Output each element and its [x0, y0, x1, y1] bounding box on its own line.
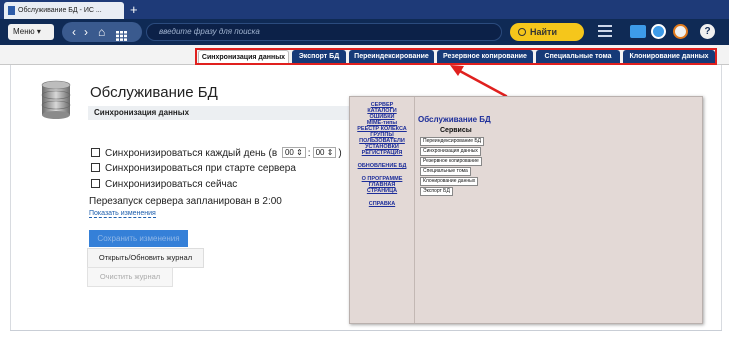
restart-schedule-text: Перезапуск сервера запланирован в 2:00 [89, 196, 282, 207]
document-icon [8, 6, 15, 15]
sync-minute-value: 00 [315, 148, 325, 157]
sync-now-checkbox[interactable] [91, 179, 100, 188]
legacy-ui-screenshot: СЕРВЕР КАТАЛОГИ ОШИБКИ MIME-типы РЕЕСТР … [349, 96, 703, 324]
legacy-sync-button[interactable]: Синхронизация данных [420, 147, 481, 156]
sync-daily-row: Синхронизироваться каждый день (в 00 ⇕:0… [91, 147, 342, 159]
legacy-services-heading: Сервисы [440, 127, 472, 134]
content-right-border [721, 65, 722, 330]
sync-daily-label: Синхронизироваться каждый день (в [105, 148, 278, 159]
hamburger-icon[interactable] [598, 25, 612, 37]
back-icon[interactable]: ‹ [72, 22, 76, 42]
sync-on-start-row: Синхронизироваться при старте сервера [91, 163, 296, 174]
sync-hour-value: 00 [284, 148, 294, 157]
page-title: Обслуживание БД [90, 84, 218, 101]
legacy-nav-help[interactable]: СПРАВКА [350, 201, 414, 207]
save-changes-button[interactable]: Сохранить изменения [89, 230, 188, 247]
legacy-nav-db-update[interactable]: ОБНОВЛЕНИЕ БД [350, 163, 414, 169]
power-icon[interactable] [673, 24, 688, 39]
time-separator: : [307, 148, 311, 159]
legacy-reindex-button[interactable]: Переиндексирование БД [420, 137, 485, 146]
database-icon [38, 79, 74, 119]
search-icon [518, 28, 526, 36]
browser-tab-bar: Обслуживание БД - ИС ... + [0, 0, 729, 19]
clear-log-button[interactable]: Очистить журнал [87, 267, 173, 287]
sync-daily-checkbox[interactable] [91, 148, 100, 157]
legacy-nav-page[interactable]: СТРАНИЦА [350, 188, 414, 194]
sync-daily-suffix: ) [338, 148, 342, 159]
menu-button[interactable]: Меню ▾ [8, 24, 54, 40]
legacy-divider [414, 97, 415, 323]
app-toolbar: Меню ▾ ‹ › ⌂ введите фразу для поиска На… [0, 19, 729, 45]
folder-icon[interactable] [630, 25, 646, 38]
sync-on-start-label: Синхронизироваться при старте сервера [105, 163, 296, 174]
clock-icon[interactable] [651, 24, 666, 39]
grid-icon[interactable] [116, 27, 127, 47]
legacy-clone-button[interactable]: Клонирование данных [420, 177, 479, 186]
legacy-nav-registration[interactable]: РЕГИСТРАЦИЯ [350, 150, 414, 156]
legacy-export-button[interactable]: Экспорт БД [420, 187, 453, 196]
content-bottom-border [10, 330, 722, 331]
sync-on-start-checkbox[interactable] [91, 163, 100, 172]
home-icon[interactable]: ⌂ [98, 22, 105, 42]
red-arrow-icon [450, 65, 508, 98]
legacy-special-volumes-button[interactable]: Специальные тома [420, 167, 471, 176]
legacy-backup-button[interactable]: Резервное копирование [420, 157, 482, 166]
legacy-title: Обслуживание БД [418, 115, 491, 124]
sync-now-row: Синхронизироваться сейчас [91, 179, 237, 190]
screenshot-frame: Обслуживание БД - ИС ... + Меню ▾ ‹ › ⌂ … [0, 0, 729, 349]
content-left-border [10, 65, 11, 330]
show-changes-link[interactable]: Показать изменения [89, 210, 156, 218]
find-button[interactable]: Найти [510, 23, 584, 41]
sync-hour-stepper[interactable]: 00 ⇕ [281, 147, 306, 158]
search-input[interactable]: введите фразу для поиска [146, 23, 502, 41]
new-tab-button[interactable]: + [130, 1, 138, 18]
section-header: Синхронизация данных [88, 106, 350, 120]
nav-group: ‹ › ⌂ [62, 22, 142, 42]
find-button-label: Найти [530, 27, 557, 37]
sync-minute-stepper[interactable]: 00 ⇕ [312, 147, 337, 158]
help-icon[interactable]: ? [700, 24, 715, 39]
open-log-button[interactable]: Открыть/Обновить журнал [87, 248, 204, 268]
browser-tab-title: Обслуживание БД - ИС ... [18, 7, 102, 14]
forward-icon[interactable]: › [84, 22, 88, 42]
sync-now-label: Синхронизироваться сейчас [105, 179, 238, 190]
browser-tab[interactable]: Обслуживание БД - ИС ... [4, 2, 124, 19]
